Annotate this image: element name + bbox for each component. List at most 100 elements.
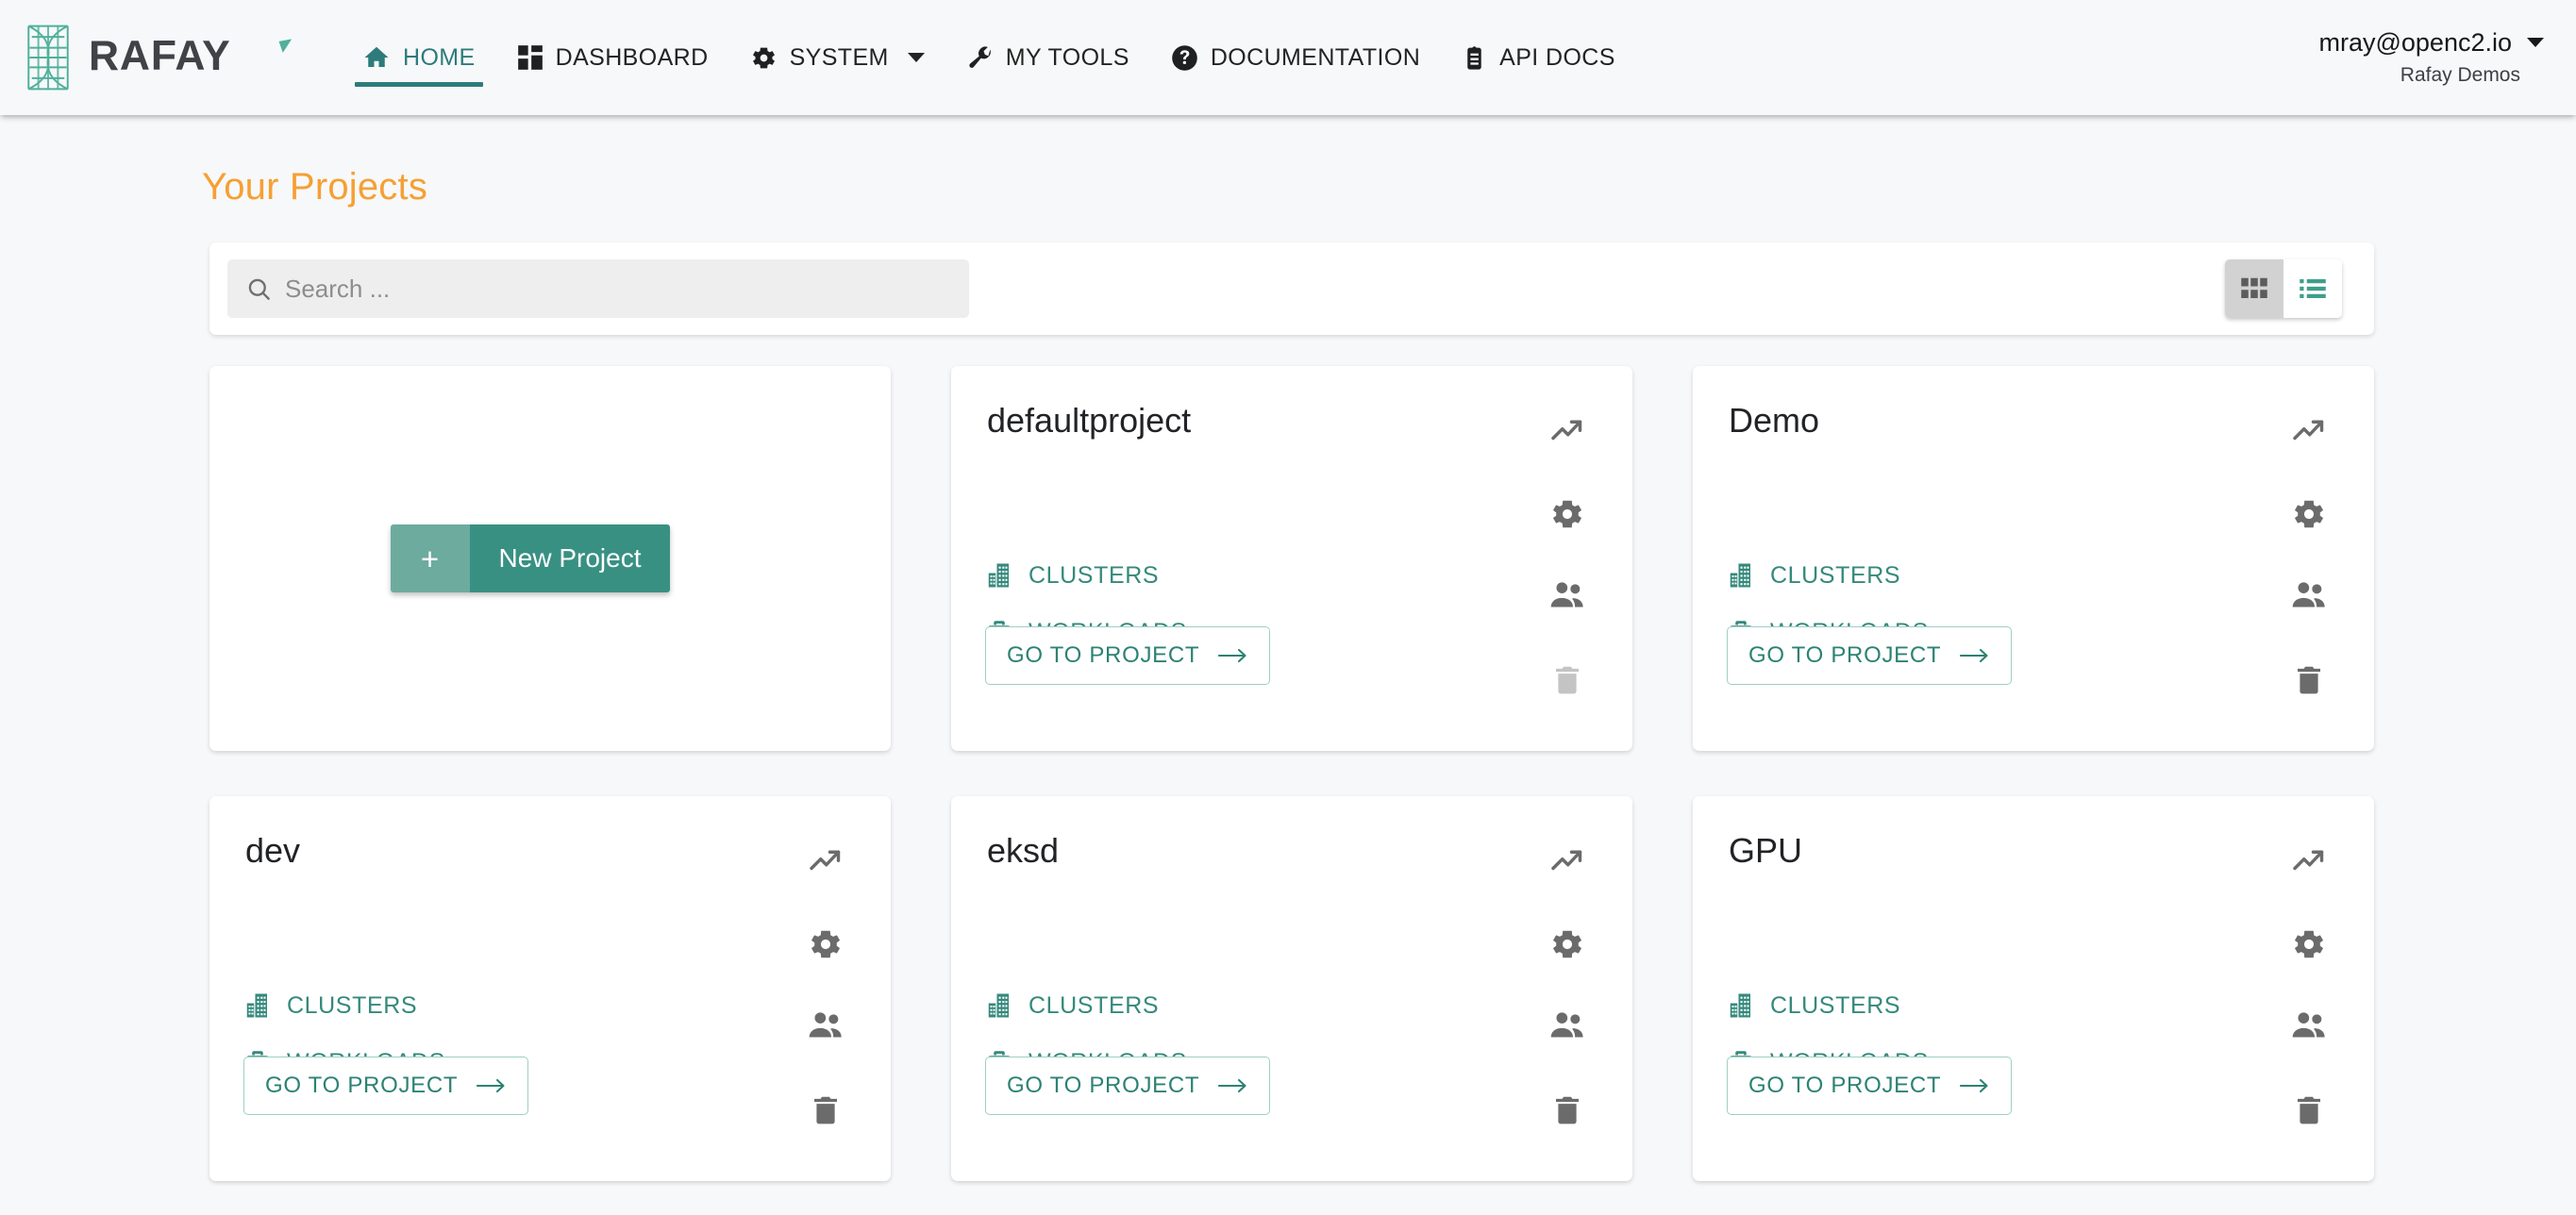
gear-icon	[1549, 496, 1585, 532]
project-card: dev CLUSTERS GO TO PROJECT	[209, 796, 891, 1181]
app-header: RAFAY HOME DASHBOARD SYSTEM MY TOOLS DOC…	[0, 0, 2576, 115]
nav-item-my-tools[interactable]: MY TOOLS	[945, 0, 1150, 115]
nav-item-system[interactable]: SYSTEM	[729, 0, 945, 115]
nav-label: MY TOOLS	[1005, 43, 1129, 71]
trash-icon	[2292, 663, 2326, 697]
main-navigation: HOME DASHBOARD SYSTEM MY TOOLS DOCUMENTA…	[342, 0, 1636, 115]
arrow-right-icon	[1218, 1077, 1248, 1094]
list-view-button[interactable]	[2283, 259, 2342, 318]
project-settings-button[interactable]	[1532, 909, 1602, 979]
chevron-down-icon	[907, 53, 925, 62]
nav-item-api-docs[interactable]: API DOCS	[1441, 0, 1636, 115]
project-settings-button[interactable]	[791, 909, 861, 979]
project-card-actions	[2274, 826, 2344, 1145]
clusters-link[interactable]: CLUSTERS	[1727, 982, 1929, 1029]
nav-item-home[interactable]: HOME	[342, 0, 496, 115]
project-delete-button[interactable]	[2274, 645, 2344, 715]
search-container[interactable]	[227, 259, 969, 318]
new-project-button[interactable]: + New Project	[390, 524, 671, 592]
brand-logo[interactable]: RAFAY	[17, 22, 298, 93]
new-project-label: New Project	[469, 524, 671, 592]
go-to-project-button[interactable]: GO TO PROJECT	[1727, 1057, 2013, 1115]
users-icon	[807, 1007, 845, 1044]
project-settings-button[interactable]	[1532, 479, 1602, 549]
user-email: mray@openc2.io	[2318, 27, 2512, 57]
users-icon	[2290, 1007, 2328, 1044]
page-title: Your Projects	[202, 166, 428, 208]
project-card: GPU CLUSTERS GO TO PROJECT	[1693, 796, 2374, 1181]
project-card-actions	[1532, 396, 1602, 715]
question-circle-icon	[1171, 44, 1198, 72]
building-icon	[985, 991, 1013, 1020]
project-users-button[interactable]	[791, 990, 861, 1060]
arrow-right-icon	[477, 1077, 507, 1094]
project-metrics-button[interactable]	[2274, 396, 2344, 466]
project-metrics-button[interactable]	[2274, 826, 2344, 896]
clusters-label: CLUSTERS	[1770, 561, 1901, 589]
clusters-link[interactable]: CLUSTERS	[243, 982, 445, 1029]
nav-item-documentation[interactable]: DOCUMENTATION	[1150, 0, 1441, 115]
nav-item-dashboard[interactable]: DASHBOARD	[496, 0, 729, 115]
project-delete-button[interactable]	[1532, 645, 1602, 715]
projects-grid: + New Project defaultproject CLUSTERS GO…	[209, 366, 2374, 1181]
user-menu[interactable]: mray@openc2.io Rafay Demos	[2318, 27, 2544, 87]
new-project-card: + New Project	[209, 366, 891, 751]
home-icon	[362, 43, 391, 72]
page-body: Your Projects Search ... + New Project d…	[0, 166, 2576, 1215]
project-settings-button[interactable]	[2274, 909, 2344, 979]
clusters-link[interactable]: CLUSTERS	[1727, 552, 1929, 599]
building-icon	[243, 991, 272, 1020]
gear-icon	[750, 44, 778, 72]
go-to-project-button[interactable]: GO TO PROJECT	[985, 626, 1271, 685]
go-to-project-button[interactable]: GO TO PROJECT	[1727, 626, 2013, 685]
go-to-project-label: GO TO PROJECT	[1748, 1073, 1942, 1098]
project-delete-button[interactable]	[791, 1075, 861, 1145]
nav-label: SYSTEM	[789, 43, 889, 71]
gear-icon	[2291, 926, 2327, 962]
project-metrics-button[interactable]	[1532, 396, 1602, 466]
project-card: Demo CLUSTERS GO TO PROJECT	[1693, 366, 2374, 751]
project-delete-button[interactable]	[2274, 1075, 2344, 1145]
clusters-label: CLUSTERS	[1029, 561, 1160, 589]
go-to-project-button[interactable]: GO TO PROJECT	[985, 1057, 1271, 1115]
grid-view-button[interactable]	[2225, 259, 2283, 318]
search-input[interactable]	[285, 259, 936, 318]
project-card-actions	[791, 826, 861, 1145]
project-settings-button[interactable]	[2274, 479, 2344, 549]
project-users-button[interactable]	[2274, 560, 2344, 630]
rafay-logo-icon	[17, 22, 79, 93]
project-name: eksd	[987, 831, 1060, 870]
go-to-project-button[interactable]: GO TO PROJECT	[243, 1057, 529, 1115]
project-metrics-button[interactable]	[791, 826, 861, 896]
project-users-button[interactable]	[1532, 560, 1602, 630]
clusters-link[interactable]: CLUSTERS	[985, 982, 1187, 1029]
project-name: dev	[245, 831, 301, 870]
trending-up-icon	[1550, 414, 1584, 448]
users-icon	[1548, 576, 1586, 614]
arrow-right-icon	[1218, 647, 1248, 664]
project-delete-button[interactable]	[1532, 1075, 1602, 1145]
project-metrics-button[interactable]	[1532, 826, 1602, 896]
list-view-icon	[2299, 275, 2327, 303]
go-to-project-label: GO TO PROJECT	[265, 1073, 459, 1098]
gear-icon	[2291, 496, 2327, 532]
arrow-right-icon	[1960, 1077, 1990, 1094]
go-to-project-label: GO TO PROJECT	[1007, 642, 1200, 668]
trending-up-icon	[1550, 844, 1584, 878]
project-users-button[interactable]	[2274, 990, 2344, 1060]
project-users-button[interactable]	[1532, 990, 1602, 1060]
user-organization: Rafay Demos	[2400, 64, 2520, 87]
users-icon	[2290, 576, 2328, 614]
clusters-label: CLUSTERS	[1770, 991, 1901, 1019]
grid-view-icon	[2240, 275, 2268, 303]
plus-icon: +	[390, 524, 470, 592]
dashboard-grid-icon	[517, 44, 544, 71]
svg-text:RAFAY: RAFAY	[89, 35, 231, 79]
gear-icon	[808, 926, 844, 962]
building-icon	[1727, 991, 1755, 1020]
trending-up-icon	[2292, 844, 2326, 878]
project-name: GPU	[1729, 831, 1803, 870]
clusters-link[interactable]: CLUSTERS	[985, 552, 1187, 599]
arrow-right-icon	[1960, 647, 1990, 664]
project-card-actions	[1532, 826, 1602, 1145]
